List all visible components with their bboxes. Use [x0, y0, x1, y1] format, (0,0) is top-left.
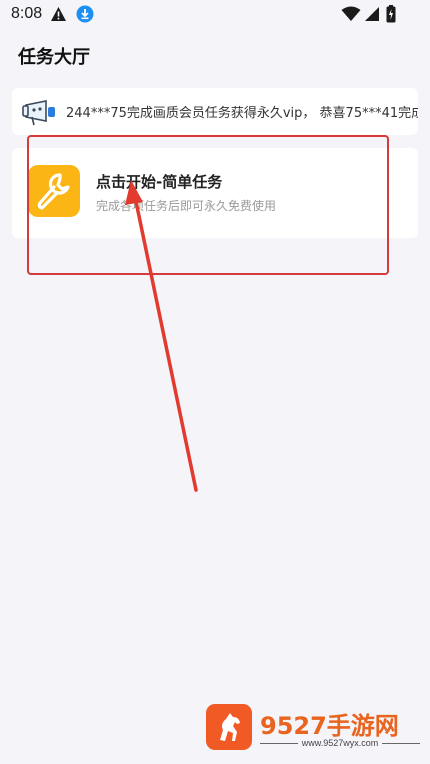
signal-icon [365, 7, 379, 21]
megaphone-mascot-icon [22, 100, 55, 126]
announcement-ticker: 244***75完成画质会员任务获得永久vip， 恭喜75***41完成 [12, 88, 418, 135]
battery-icon [386, 5, 396, 23]
site-watermark: 9527手游网 www.9527wyx.com [206, 704, 420, 754]
divider-line [382, 742, 420, 744]
wrench-icon [28, 165, 80, 217]
wifi-icon [341, 6, 361, 21]
status-bar: 8:08 [0, 0, 430, 30]
task-card[interactable]: 点击开始-简单任务 完成各项任务后即可永久免费使用 [12, 148, 418, 238]
divider-line [260, 742, 298, 744]
task-title[interactable]: 点击开始-简单任务 [96, 171, 222, 192]
page-title: 任务大厅 [18, 47, 90, 68]
task-description: 完成各项任务后即可永久免费使用 [96, 199, 277, 213]
watermark-url: www.9527wyx.com [301, 738, 379, 748]
ticker-message: 244***75完成画质会员任务获得永久vip， 恭喜75***41完成 [66, 106, 418, 121]
status-time: 8:08 [11, 5, 43, 22]
horse-logo-icon [206, 704, 252, 750]
watermark-title: 9527手游网 [260, 712, 399, 740]
watermark-url-row: www.9527wyx.com [260, 738, 420, 748]
download-icon [76, 5, 94, 23]
warning-icon [51, 7, 66, 21]
